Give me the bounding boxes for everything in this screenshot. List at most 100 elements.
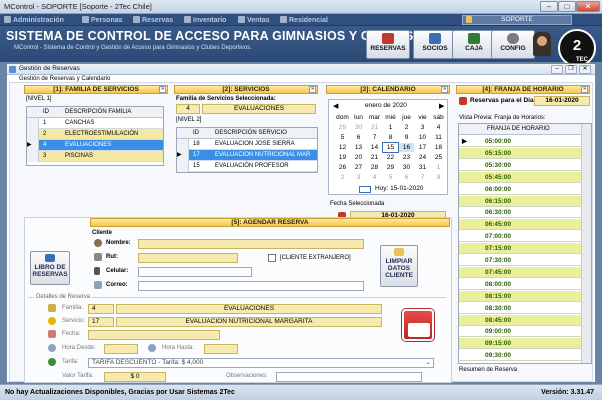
calendar-day[interactable]: 1 xyxy=(431,163,446,172)
calendar-day[interactable]: 30 xyxy=(351,123,366,132)
calendar-day[interactable]: 19 xyxy=(335,153,350,162)
time-slot-row[interactable]: 07:30:00 xyxy=(459,255,581,266)
table-row[interactable]: 2 ELECTROESTIMULACIÓN xyxy=(27,129,163,140)
calendar-day[interactable]: 23 xyxy=(399,153,414,162)
calendar-day[interactable]: 7 xyxy=(367,133,382,142)
menu-reservas[interactable]: Reservas xyxy=(133,16,173,24)
maximize-button[interactable]: □ xyxy=(558,1,576,12)
scrollbar[interactable] xyxy=(581,124,591,363)
calendar-day[interactable]: 9 xyxy=(399,133,414,142)
time-slot-row[interactable]: 06:00:00 xyxy=(459,183,581,195)
servicios-grid[interactable]: ID DESCRIPCIÓN SERVICIO 18 EVALUACION JOS… xyxy=(176,127,318,173)
close-button[interactable]: ✕ xyxy=(576,1,600,12)
time-slot-row[interactable]: 05:30:00 xyxy=(459,159,581,171)
calendar-day[interactable]: 4 xyxy=(367,173,382,182)
calendar-day[interactable]: 28 xyxy=(367,163,382,172)
calendar-day[interactable]: 8 xyxy=(431,173,446,182)
user-badge[interactable]: SOPORTE xyxy=(462,15,572,25)
calendar-day[interactable]: 3 xyxy=(351,173,366,182)
calendar-add-icon[interactable] xyxy=(402,309,434,341)
observaciones-field[interactable] xyxy=(276,372,422,382)
calendar-day[interactable]: 2 xyxy=(335,173,350,182)
time-slot-row[interactable]: 05:45:00 xyxy=(459,171,581,183)
calendar-day[interactable]: 12 xyxy=(335,143,350,152)
calendar-day[interactable]: 4 xyxy=(431,123,446,132)
collapse-icon[interactable]: » xyxy=(581,86,588,93)
calendar-day[interactable]: 24 xyxy=(415,153,430,162)
calendar-day[interactable]: 13 xyxy=(351,143,366,152)
time-slot-row[interactable]: 06:15:00 xyxy=(459,195,581,207)
calendar-day[interactable]: 7 xyxy=(415,173,430,182)
calendar-day[interactable]: 25 xyxy=(431,153,446,162)
tarifa-select[interactable]: TARIFA DESCUENTO - Tarifa: $ 4,000 ⌄ xyxy=(88,358,434,368)
correo-field[interactable] xyxy=(138,281,364,291)
inner-close-button[interactable]: ✕ xyxy=(579,65,591,74)
calendar-day[interactable]: 26 xyxy=(335,163,350,172)
calendar-day[interactable]: 5 xyxy=(383,173,398,182)
calendar-day[interactable]: 10 xyxy=(415,133,430,142)
calendar-day[interactable]: 17 xyxy=(415,143,430,152)
calendar-day[interactable]: 15 xyxy=(382,142,399,153)
limpiar-datos-button[interactable]: LIMPIAR DATOS CLIENTE xyxy=(380,245,418,287)
table-row-selected[interactable]: ▶ 17 EVALUACION NUTRICIONAL MAR xyxy=(177,150,317,161)
menu-ventas[interactable]: Ventas xyxy=(238,16,270,24)
calendar-day[interactable]: 27 xyxy=(351,163,366,172)
time-slot-row[interactable]: 08:45:00 xyxy=(459,314,581,326)
collapse-icon[interactable]: » xyxy=(159,86,166,93)
socios-button[interactable]: SOCIOS xyxy=(413,30,457,59)
celular-field[interactable] xyxy=(138,267,252,277)
config-button[interactable]: CONFIG xyxy=(491,30,535,59)
time-slot-row[interactable]: 09:00:00 xyxy=(459,326,581,338)
rut-field[interactable] xyxy=(138,253,238,263)
franja-grid[interactable]: FRANJA DE HORARIO 05:00:00 ▶ 05:15:00 05:30… xyxy=(458,123,592,364)
collapse-icon[interactable]: » xyxy=(309,86,316,93)
time-slot-row[interactable]: 08:00:00 xyxy=(459,278,581,290)
calendar-day[interactable]: 30 xyxy=(399,163,414,172)
calendar-day[interactable]: 29 xyxy=(335,123,350,132)
collapse-icon[interactable]: » xyxy=(441,86,448,93)
calendar-day[interactable]: 22 xyxy=(383,153,398,162)
extranjero-checkbox[interactable] xyxy=(268,254,276,262)
caja-button[interactable]: CAJA xyxy=(452,30,496,59)
menu-administracion[interactable]: Administración xyxy=(4,16,64,24)
menu-inventario[interactable]: Inventario xyxy=(184,16,226,24)
prev-month-icon[interactable]: ◀ xyxy=(333,102,338,110)
calendar-day[interactable]: 31 xyxy=(367,123,382,132)
menu-residencial[interactable]: Residencial xyxy=(280,16,328,24)
time-slot-row[interactable]: 09:30:00 xyxy=(459,350,581,362)
familia-grid[interactable]: ID DESCRIPCIÓN FAMILIA 1 CANCHAS 2 ELECTRO… xyxy=(26,106,164,166)
month-calendar[interactable]: ◀ enero de 2020 ▶ dom lun mar mié jue vie sáb … xyxy=(328,99,448,195)
time-slot-row[interactable]: 05:15:00 xyxy=(459,147,581,159)
time-slot-row[interactable]: 07:15:00 xyxy=(459,243,581,255)
calendar-day[interactable]: 21 xyxy=(367,153,382,162)
time-slot-row[interactable]: 09:15:00 xyxy=(459,338,581,350)
calendar-day[interactable]: 2 xyxy=(399,123,414,132)
table-row[interactable]: 1 CANCHAS xyxy=(27,118,163,129)
chevron-down-icon[interactable]: ⌄ xyxy=(426,359,431,367)
calendar-day[interactable]: 5 xyxy=(335,133,350,142)
libro-reservas-button[interactable]: LIBRO DE RESERVAS xyxy=(30,251,70,285)
time-slot-row[interactable]: 08:15:00 xyxy=(459,290,581,302)
calendar-day[interactable]: 6 xyxy=(399,173,414,182)
calendar-day[interactable]: 6 xyxy=(351,133,366,142)
table-row[interactable]: 3 PISCINAS xyxy=(27,151,163,162)
calendar-day[interactable]: 1 xyxy=(383,123,398,132)
time-slot-row[interactable]: 06:45:00 xyxy=(459,219,581,231)
next-month-icon[interactable]: ▶ xyxy=(439,102,444,110)
nombre-field[interactable] xyxy=(138,239,364,249)
table-row-selected[interactable]: ▶ 4 EVALUACIONES xyxy=(27,140,163,151)
table-row[interactable]: 15 EVALUACIÓN PROFESOR xyxy=(177,161,317,172)
inner-restore-button[interactable]: ❐ xyxy=(565,65,577,74)
calendar-day[interactable]: 8 xyxy=(383,133,398,142)
calendar-day[interactable]: 29 xyxy=(383,163,398,172)
calendar-day[interactable]: 31 xyxy=(415,163,430,172)
calendar-day[interactable]: 20 xyxy=(351,153,366,162)
calendar-day[interactable]: 11 xyxy=(431,133,446,142)
calendar-day[interactable]: 3 xyxy=(415,123,430,132)
calendar-day[interactable]: 18 xyxy=(431,143,446,152)
calendar-day[interactable]: 16 xyxy=(399,143,414,152)
time-slot-row[interactable]: 07:45:00 xyxy=(459,266,581,278)
calendar-day[interactable]: 14 xyxy=(367,143,382,152)
time-slot-row[interactable]: 08:30:00 xyxy=(459,302,581,314)
time-slot-row[interactable]: 06:30:00 xyxy=(459,207,581,219)
